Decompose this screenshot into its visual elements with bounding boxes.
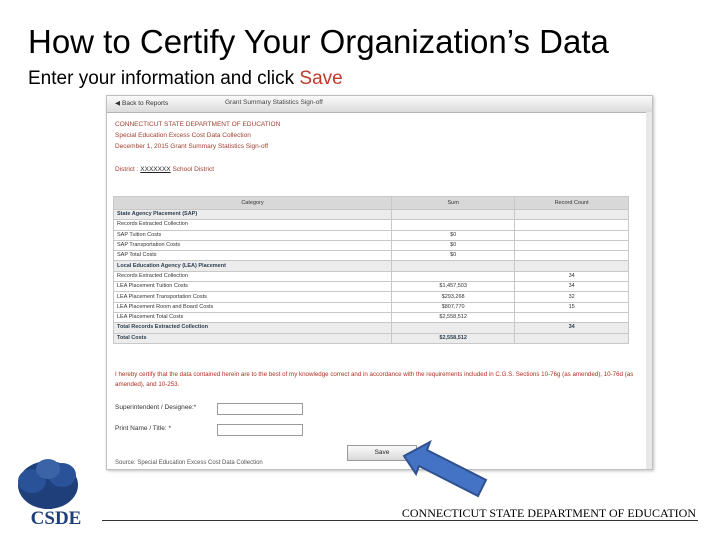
record-count-cell bbox=[514, 260, 629, 272]
print-name-input[interactable] bbox=[217, 424, 303, 436]
category-cell: Total Costs bbox=[113, 332, 392, 344]
table-row: LEA Placement Total Costs $2,558,512 bbox=[113, 311, 629, 324]
record-count-cell: 15 bbox=[514, 301, 629, 313]
table-row: SAP Total Costs $0 bbox=[113, 250, 629, 262]
header-line-3: December 1, 2015 Grant Summary Statistic… bbox=[115, 143, 269, 150]
sum-cell: $807,770 bbox=[390, 301, 516, 313]
category-cell: Records Extracted Collection bbox=[113, 219, 392, 231]
sum-cell bbox=[390, 270, 516, 283]
table-section-row: State Agency Placement (SAP) bbox=[113, 208, 629, 221]
sum-cell: $293,268 bbox=[390, 291, 516, 303]
certification-text: I hereby certify that the data contained… bbox=[115, 371, 634, 388]
table-row: LEA Placement Transportation Costs $293,2… bbox=[113, 291, 629, 303]
district-line: District : XXXXXXX School District bbox=[115, 166, 214, 173]
app-page-title: Grant Summary Statistics Sign-off bbox=[225, 99, 323, 106]
table-row: Records Extracted Collection 34 bbox=[113, 270, 629, 283]
arrow-pointer-icon bbox=[402, 439, 488, 498]
category-cell: LEA Placement Total Costs bbox=[113, 311, 392, 324]
sum-cell: $2,558,512 bbox=[390, 311, 516, 324]
record-count-cell bbox=[514, 311, 629, 324]
category-cell: SAP Tuition Costs bbox=[113, 229, 392, 241]
record-count-cell bbox=[514, 208, 629, 221]
superintendent-label: Superintendent / Designee:* bbox=[115, 404, 197, 411]
back-label: Back to Reports bbox=[122, 100, 169, 107]
record-count-cell: 34 bbox=[514, 281, 629, 293]
sum-cell bbox=[390, 208, 516, 221]
header-line-1: CONNECTICUT STATE DEPARTMENT OF EDUCATIO… bbox=[115, 121, 281, 128]
record-count-cell: 34 bbox=[514, 322, 629, 334]
category-cell: LEA Placement Room and Board Costs bbox=[113, 301, 392, 313]
app-screenshot: ◀ Back to Reports Grant Summary Statistic… bbox=[106, 95, 653, 470]
slide-title: How to Certify Your Organization’s Data bbox=[28, 23, 609, 60]
summary-table: Category Sum Record Count State Agency P… bbox=[113, 196, 629, 344]
record-count-cell: 34 bbox=[514, 270, 629, 283]
subtitle-text: Enter your information and click bbox=[28, 68, 300, 89]
sum-cell: $0 bbox=[390, 239, 516, 252]
record-count-cell bbox=[514, 219, 629, 231]
table-row: LEA Placement Room and Board Costs $807,7… bbox=[113, 301, 629, 313]
header-line-2: Special Education Excess Cost Data Colle… bbox=[115, 132, 251, 139]
sum-cell: $0 bbox=[390, 250, 516, 262]
print-name-label: Print Name / Title: * bbox=[115, 425, 171, 432]
scrollbar[interactable] bbox=[646, 112, 652, 469]
category-cell: LEA Placement Transportation Costs bbox=[113, 291, 392, 303]
column-header-category: Category bbox=[113, 196, 392, 210]
table-section-row: Total Records Extracted Collection 34 bbox=[113, 322, 629, 334]
category-cell: SAP Total Costs bbox=[113, 250, 392, 262]
record-count-cell bbox=[514, 250, 629, 262]
category-cell: Local Education Agency (LEA) Placement bbox=[113, 260, 392, 272]
sum-cell: $0 bbox=[390, 229, 516, 241]
footer-org-name: CONNECTICUT STATE DEPARTMENT OF EDUCATIO… bbox=[401, 506, 696, 520]
sum-cell bbox=[390, 322, 516, 334]
category-cell: Records Extracted Collection bbox=[113, 270, 392, 283]
table-header-row: Category Sum Record Count bbox=[113, 196, 629, 210]
district-suffix: School District bbox=[172, 166, 215, 173]
category-cell: Total Records Extracted Collection bbox=[113, 322, 392, 334]
sum-cell: $1,457,503 bbox=[390, 281, 516, 293]
column-header-sum: Sum bbox=[390, 196, 516, 210]
logo-text: CSDE bbox=[31, 508, 82, 527]
table-row: SAP Tuition Costs $0 bbox=[113, 229, 629, 241]
app-toolbar: ◀ Back to Reports Grant Summary Statistic… bbox=[107, 96, 652, 113]
arrow-left-icon: ◀ bbox=[115, 100, 120, 107]
record-count-cell bbox=[514, 332, 629, 344]
column-header-record-count: Record Count bbox=[514, 196, 629, 210]
record-count-cell bbox=[514, 229, 629, 241]
district-label: District : bbox=[115, 166, 139, 173]
table-section-row: Total Costs $2,558,512 bbox=[113, 332, 629, 344]
table-body: State Agency Placement (SAP) Records Extr… bbox=[113, 208, 629, 344]
slide-subtitle: Enter your information and click Save bbox=[28, 67, 343, 91]
sum-cell bbox=[390, 219, 516, 231]
category-cell: SAP Transportation Costs bbox=[113, 239, 392, 252]
table-row: Records Extracted Collection bbox=[113, 219, 629, 231]
table-section-row: Local Education Agency (LEA) Placement bbox=[113, 260, 629, 272]
sum-cell bbox=[390, 260, 516, 272]
sum-cell: $2,558,512 bbox=[390, 332, 516, 344]
back-to-reports-link[interactable]: ◀ Back to Reports bbox=[115, 99, 168, 107]
table-row: SAP Transportation Costs $0 bbox=[113, 239, 629, 252]
record-count-cell: 32 bbox=[514, 291, 629, 303]
subtitle-save-word: Save bbox=[299, 68, 343, 89]
category-cell: LEA Placement Tuition Costs bbox=[113, 281, 392, 293]
district-value: XXXXXXX bbox=[140, 166, 171, 173]
record-count-cell bbox=[514, 239, 629, 252]
tree-logo: CSDE bbox=[18, 459, 82, 527]
superintendent-input[interactable] bbox=[217, 403, 303, 415]
category-cell: State Agency Placement (SAP) bbox=[113, 208, 392, 221]
source-note: Source: Special Education Excess Cost Da… bbox=[115, 460, 263, 466]
table-row: LEA Placement Tuition Costs $1,457,503 34 bbox=[113, 281, 629, 293]
